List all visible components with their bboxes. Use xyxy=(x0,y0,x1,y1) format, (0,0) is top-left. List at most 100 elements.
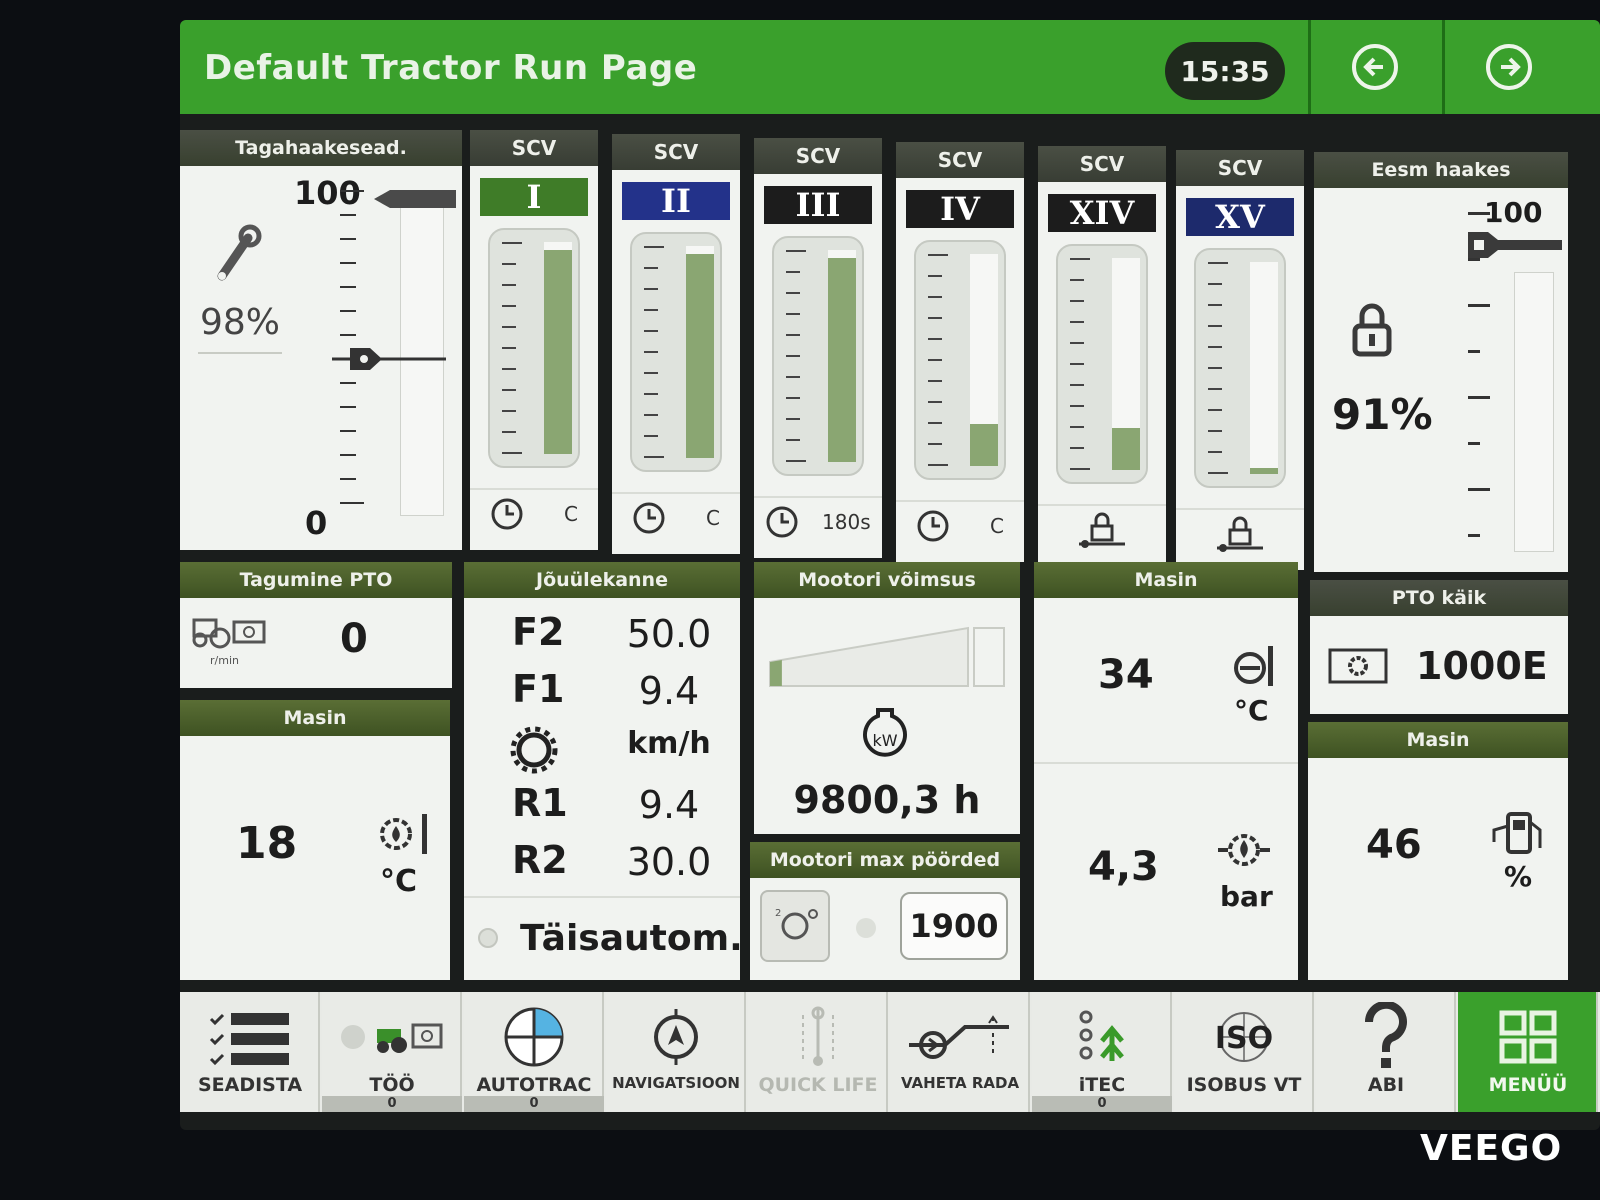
nav-button-quick-life[interactable]: QUICK LIFE xyxy=(748,992,888,1112)
nav-button-menüü[interactable]: MENÜÜ xyxy=(1458,992,1598,1112)
rear-pto-unit: r/min xyxy=(210,654,239,667)
scv-footer: C xyxy=(896,500,1024,550)
oil-pressure-value: 4,3 xyxy=(1088,844,1159,890)
front-hitch-tick xyxy=(1468,488,1490,491)
scv-timer-mode: C xyxy=(706,506,720,530)
nav-button-seadista[interactable]: SEADISTA xyxy=(180,992,320,1112)
work-icon xyxy=(322,1002,462,1072)
scv-track xyxy=(828,250,856,462)
rear-hitch-tick xyxy=(340,454,356,456)
scv-track xyxy=(686,246,714,458)
svg-text:ISO: ISO xyxy=(1215,1021,1273,1056)
scv-iii-panel[interactable]: SCV III 180s xyxy=(754,138,882,558)
scv-tick xyxy=(644,393,658,395)
coolant-temp-value: 34 xyxy=(1098,652,1154,698)
scv-tick xyxy=(1070,405,1084,407)
engine-max-rpm-value[interactable]: 1900 xyxy=(900,892,1008,960)
nav-button-label: VAHETA RADA xyxy=(900,1074,1020,1092)
engine-rpm-icon-button[interactable]: 2 xyxy=(760,890,830,962)
transmission-mode: Täisautom. xyxy=(520,918,743,959)
front-hitch-tick xyxy=(1468,396,1490,399)
rear-hitch-tick xyxy=(340,286,356,288)
rear-pto-panel[interactable]: Tagumine PTO r/min 0 xyxy=(180,562,452,688)
machine-temp-panel[interactable]: Masin 18 °C xyxy=(180,700,450,980)
scv-tick xyxy=(502,452,522,454)
machine-temp-title: Masin xyxy=(180,700,450,736)
scv-tick xyxy=(1208,283,1222,285)
scv-flow-fill xyxy=(686,254,714,458)
change-track-icon xyxy=(890,1002,1030,1072)
nav-button-navigatsioon[interactable]: NAVIGATSIOON xyxy=(606,992,746,1112)
engine-power-panel[interactable]: Mootori võimsus kW 9800,3 h xyxy=(754,562,1020,834)
scv-tick xyxy=(786,397,800,399)
scv-lock-icon xyxy=(1217,516,1263,552)
scv-tick xyxy=(502,347,516,349)
scv-tick xyxy=(786,250,806,252)
scv-flow-gauge xyxy=(772,236,864,476)
veego-watermark: VEEGO xyxy=(1420,1128,1563,1169)
nav-button-autotrac[interactable]: AUTOTRAC 0 xyxy=(464,992,604,1112)
scv-i-panel[interactable]: SCV I C xyxy=(470,130,598,550)
menu-grid-icon xyxy=(1458,1002,1598,1072)
rear-hitch-panel[interactable]: Tagahaakesead. 100 0 98% xyxy=(180,130,462,550)
front-hitch-title: Eesm haakes xyxy=(1314,152,1568,188)
timer-icon xyxy=(917,510,949,542)
scv-iv-panel[interactable]: SCV IV C xyxy=(896,142,1024,562)
coolant-temperature-icon xyxy=(1234,646,1273,686)
header-bar: Default Tractor Run Page 15:35 xyxy=(180,20,1600,114)
nav-button-itec[interactable]: iTEC 0 xyxy=(1032,992,1172,1112)
scv-tick xyxy=(1070,468,1090,470)
svg-text:kW: kW xyxy=(872,731,897,750)
scv-tick xyxy=(928,443,942,445)
scv-tick xyxy=(1208,409,1222,411)
next-page-button[interactable] xyxy=(1442,20,1572,114)
clock: 15:35 xyxy=(1165,42,1285,100)
nav-button-abi[interactable]: ABI xyxy=(1316,992,1456,1112)
machine-center-title: Masin xyxy=(1034,562,1298,598)
rear-hitch-tick xyxy=(340,382,356,384)
previous-page-button[interactable] xyxy=(1308,20,1438,114)
scv-tick xyxy=(928,359,942,361)
nav-button-isobus-vt[interactable]: ISO ISOBUS VT xyxy=(1174,992,1314,1112)
bottom-navigation-bar: SEADISTA TÖÖ 0 AUTOTRAC 0 NAVIGATSIOON QUICK L… xyxy=(180,992,1600,1112)
scv-tick xyxy=(502,305,516,307)
transmission-panel[interactable]: Jõuülekanne F2 50.0 F1 9.4 km/h R1 9.4 R2 30.0 T… xyxy=(464,562,743,980)
gear-speed-value: 9.4 xyxy=(638,783,700,827)
front-hitch-tick xyxy=(1468,442,1480,445)
svg-text:2: 2 xyxy=(775,908,781,919)
scv-xiv-panel[interactable]: SCV XIV xyxy=(1038,146,1166,566)
fuel-level-value: 46 xyxy=(1366,822,1422,868)
scv-xv-panel[interactable]: SCV XV xyxy=(1176,150,1304,570)
nav-button-vaheta-rada[interactable]: VAHETA RADA xyxy=(890,992,1030,1112)
oil-pressure-unit: bar xyxy=(1220,880,1273,913)
gear-label: F1 xyxy=(512,667,565,711)
gear-speed-value: 30.0 xyxy=(626,840,712,884)
engine-rpm-icon: 2 xyxy=(775,908,818,940)
scv-track xyxy=(970,254,998,466)
nav-button-töö[interactable]: TÖÖ 0 xyxy=(322,992,462,1112)
machine-center-panel[interactable]: Masin 34 °C 4,3 bar xyxy=(1034,562,1298,980)
pto-gear-panel[interactable]: PTO käik 1000E xyxy=(1310,580,1568,714)
rear-hitch-tick xyxy=(340,238,356,240)
scv-scale xyxy=(644,246,668,458)
transmission-mode-dot xyxy=(478,928,498,948)
nav-button-label: QUICK LIFE xyxy=(758,1074,878,1096)
scv-ii-panel[interactable]: SCV II C xyxy=(612,134,740,554)
front-hitch-panel[interactable]: Eesm haakes 100 91% xyxy=(1314,152,1568,572)
machine-fuel-panel[interactable]: Masin 46 % xyxy=(1308,722,1568,980)
nav-button-label: ISOBUS VT xyxy=(1186,1074,1302,1096)
scv-track xyxy=(1112,258,1140,470)
scv-flow-gauge xyxy=(488,228,580,468)
rear-hitch-position-pointer xyxy=(332,348,446,370)
machine-temp-value: 18 xyxy=(236,818,298,869)
nav-button-badge: 0 xyxy=(1032,1096,1172,1112)
scv-tick xyxy=(928,317,942,319)
scv-flow-gauge xyxy=(914,240,1006,480)
arrow-left-icon xyxy=(1351,44,1398,90)
engine-max-rpm-panel[interactable]: Mootori max pöörded 2 1900 xyxy=(750,842,1020,980)
scv-tick xyxy=(1070,342,1084,344)
scv-tick xyxy=(1208,430,1222,432)
rear-hitch-percent: 98% xyxy=(200,302,281,343)
gear-label: R2 xyxy=(512,838,568,882)
scv-tick xyxy=(644,414,658,416)
